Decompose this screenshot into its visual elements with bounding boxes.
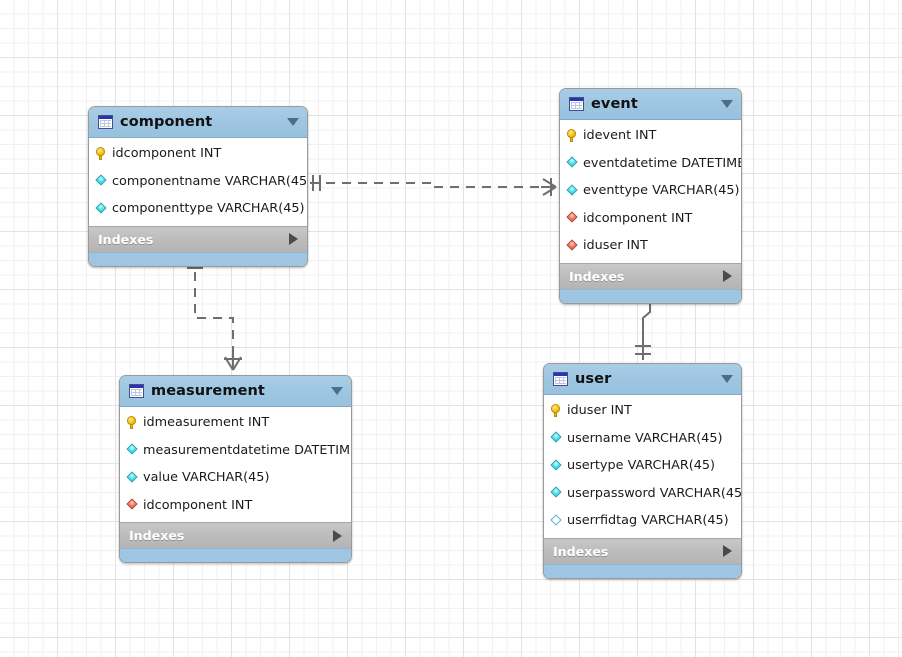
chevron-right-icon[interactable] [723,270,732,282]
column-icon [550,487,563,500]
table-row[interactable]: idcomponent INT [120,492,351,520]
chevron-right-icon[interactable] [723,545,732,557]
table-name: event [591,95,638,112]
table-icon [129,384,144,398]
column-label: idevent INT [583,128,657,144]
table-icon [553,372,568,386]
table-row[interactable]: idevent INT [560,122,741,150]
chevron-down-icon[interactable] [331,387,343,395]
table-row[interactable]: measurementdatetime DATETIME [120,437,351,465]
column-label: usertype VARCHAR(45) [567,458,715,474]
relationship-component-event[interactable] [310,175,557,196]
table-header-event[interactable]: event [560,89,741,120]
chevron-right-icon[interactable] [289,233,298,245]
indexes-section-component[interactable]: Indexes [89,225,307,252]
column-list: idevent INT eventdatetime DATETIME event… [560,120,741,263]
foreign-key-icon [566,239,579,252]
table-measurement[interactable]: measurement idmeasurement INT measuremen… [119,375,352,563]
column-label: userrfidtag VARCHAR(45) [567,513,729,529]
table-user[interactable]: user iduser INT username VARCHAR(45) use… [543,363,742,579]
column-list: idmeasurement INT measurementdatetime DA… [120,407,351,522]
table-header-component[interactable]: component [89,107,307,138]
column-label: idmeasurement INT [143,415,270,431]
table-header-user[interactable]: user [544,364,741,395]
column-icon [566,157,579,170]
table-footer [544,563,741,578]
table-row[interactable]: iduser INT [544,397,741,425]
foreign-key-icon [566,212,579,225]
chevron-right-icon[interactable] [333,529,342,542]
chevron-down-icon[interactable] [287,118,299,126]
column-label: userpassword VARCHAR(45) [567,485,742,501]
foreign-key-icon [126,499,139,512]
primary-key-icon [566,129,579,143]
indexes-label: Indexes [129,528,185,543]
table-icon [98,115,113,129]
table-footer [120,548,351,562]
table-row[interactable]: userrfidtag VARCHAR(45) [544,507,741,535]
table-row[interactable]: idcomponent INT [560,205,741,233]
nullable-column-icon [550,514,563,527]
table-name: user [575,370,612,387]
column-label: componenttype VARCHAR(45) [112,201,305,217]
primary-key-icon [126,416,139,430]
table-footer [89,251,307,266]
indexes-section-event[interactable]: Indexes [560,262,741,289]
column-list: idcomponent INT componentname VARCHAR(45… [89,138,307,226]
table-row[interactable]: value VARCHAR(45) [120,464,351,492]
column-label: eventdatetime DATETIME [583,155,742,171]
column-label: measurementdatetime DATETIME [143,442,352,458]
primary-key-icon [550,404,563,418]
column-label: idcomponent INT [143,497,253,513]
column-icon [95,202,108,215]
table-row[interactable]: iduser INT [560,232,741,260]
table-row[interactable]: userpassword VARCHAR(45) [544,480,741,508]
column-icon [550,432,563,445]
column-icon [126,444,139,457]
indexes-label: Indexes [98,231,154,247]
chevron-down-icon[interactable] [721,375,733,383]
table-icon [569,97,584,111]
table-row[interactable]: idmeasurement INT [120,409,351,437]
column-label: idcomponent INT [112,146,222,162]
column-icon [550,459,563,472]
indexes-section-measurement[interactable]: Indexes [120,522,351,548]
column-label: value VARCHAR(45) [143,470,270,486]
column-label: eventtype VARCHAR(45) [583,183,740,199]
table-event[interactable]: event idevent INT eventdatetime DATETIME… [559,88,742,304]
table-footer [560,288,741,303]
column-label: username VARCHAR(45) [567,430,723,446]
column-label: componentname VARCHAR(45) [112,173,308,189]
table-component[interactable]: component idcomponent INT componentname … [88,106,308,267]
table-row[interactable]: username VARCHAR(45) [544,425,741,453]
table-name: component [120,113,213,130]
column-icon [566,184,579,197]
table-row[interactable]: eventdatetime DATETIME [560,150,741,178]
table-row[interactable]: eventtype VARCHAR(45) [560,177,741,205]
column-label: iduser INT [567,403,632,419]
column-label: iduser INT [583,238,648,254]
indexes-section-user[interactable]: Indexes [544,537,741,564]
indexes-label: Indexes [553,543,609,559]
chevron-down-icon[interactable] [721,100,733,108]
column-icon [126,471,139,484]
relationship-component-measurement[interactable] [187,256,242,371]
table-row[interactable]: componentname VARCHAR(45) [89,168,307,196]
table-name: measurement [151,382,265,399]
column-list: iduser INT username VARCHAR(45) usertype… [544,395,741,538]
indexes-label: Indexes [569,268,625,284]
primary-key-icon [95,147,108,161]
column-label: idcomponent INT [583,210,693,226]
table-header-measurement[interactable]: measurement [120,376,351,407]
table-row[interactable]: usertype VARCHAR(45) [544,452,741,480]
table-row[interactable]: idcomponent INT [89,140,307,168]
table-row[interactable]: componenttype VARCHAR(45) [89,195,307,223]
column-icon [95,175,108,188]
